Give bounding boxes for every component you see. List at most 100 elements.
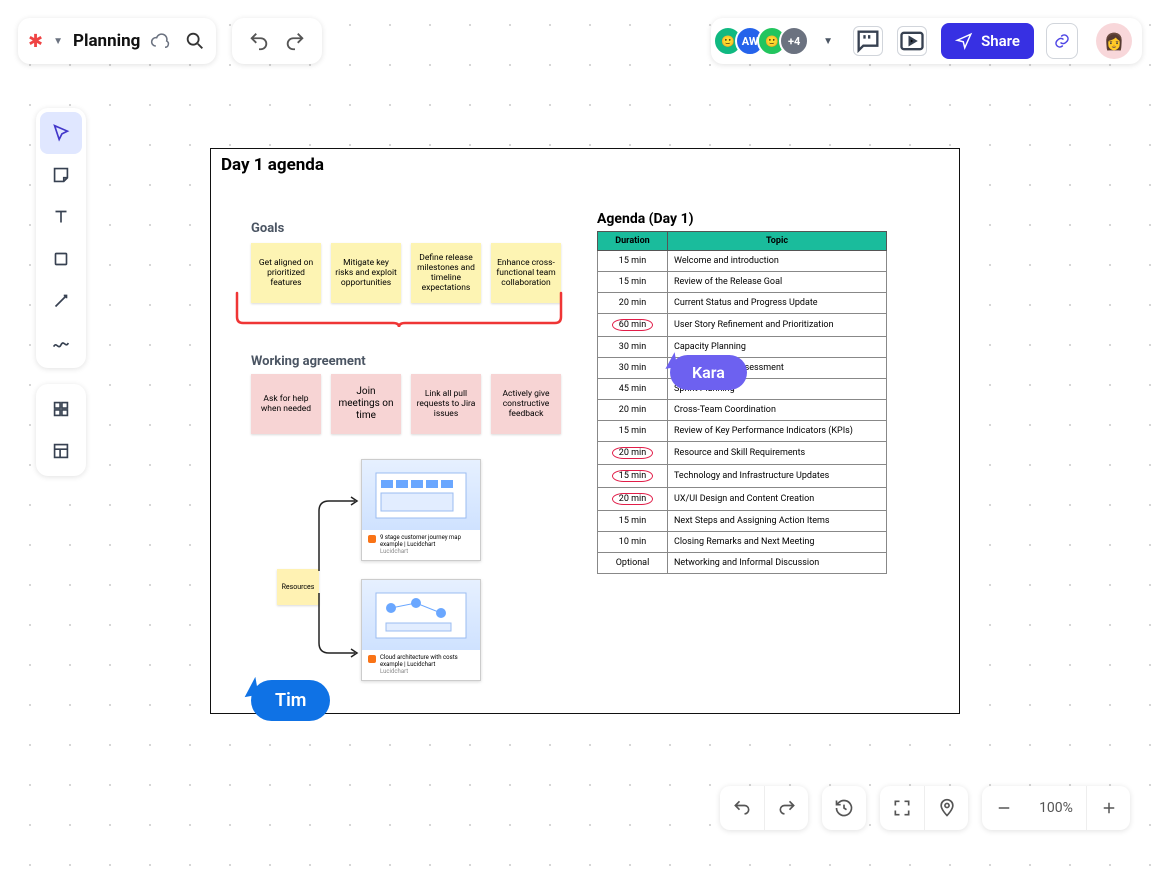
- redo-icon[interactable]: [284, 30, 306, 52]
- lucidchart-icon: [368, 535, 376, 543]
- location-icon[interactable]: [924, 786, 968, 830]
- duration-cell: 15 min: [598, 251, 668, 272]
- circled-annotation: 20 min: [612, 493, 653, 505]
- top-toolbar: ✱ ▼ Planning 🙂 AW 🙂 +4 ▼ Share 👩: [0, 18, 1160, 64]
- duration-cell: 20 min: [598, 293, 668, 314]
- topic-cell: Current Status and Progress Update: [668, 293, 887, 314]
- bottom-controls: 100%: [720, 786, 1130, 830]
- table-row[interactable]: 10 minClosing Remarks and Next Meeting: [598, 532, 887, 553]
- cursor-label-tim: Tim: [251, 680, 330, 721]
- topic-cell: Review of Key Performance Indicators (KP…: [668, 421, 887, 442]
- cursor-label-kara: Kara: [670, 355, 747, 390]
- col-duration: Duration: [598, 232, 668, 251]
- comment-icon[interactable]: [853, 26, 883, 56]
- cloud-sync-icon[interactable]: [150, 31, 170, 51]
- connector-arrow-1: [315, 495, 365, 575]
- shape-tool[interactable]: [40, 238, 82, 280]
- present-icon[interactable]: [897, 26, 927, 56]
- agenda-heading: Agenda (Day 1): [597, 211, 694, 227]
- agenda-table[interactable]: Duration Topic 15 minWelcome and introdu…: [597, 231, 887, 574]
- resource-thumb-2: [362, 580, 480, 650]
- history-icon[interactable]: [822, 786, 866, 830]
- zoom-group: 100%: [982, 786, 1130, 830]
- circled-annotation: 60 min: [612, 319, 653, 331]
- undo-icon[interactable]: [248, 30, 270, 52]
- topic-cell: User Story Refinement and Prioritization: [668, 314, 887, 337]
- topic-cell: Technology and Infrastructure Updates: [668, 465, 887, 488]
- table-row[interactable]: 20 minCross-Team Coordination: [598, 400, 887, 421]
- zoom-out-icon[interactable]: [982, 786, 1026, 830]
- table-row[interactable]: 20 minCurrent Status and Progress Update: [598, 293, 887, 314]
- col-topic: Topic: [668, 232, 887, 251]
- app-logo-icon[interactable]: ✱: [28, 31, 43, 52]
- duration-cell: 15 min: [598, 511, 668, 532]
- duration-cell: 30 min: [598, 337, 668, 358]
- search-icon[interactable]: [184, 30, 206, 52]
- freehand-tool[interactable]: [40, 322, 82, 364]
- resource-thumb-1: [362, 460, 480, 530]
- line-tool[interactable]: [40, 280, 82, 322]
- current-user-avatar[interactable]: 👩: [1096, 23, 1132, 59]
- copy-link-button[interactable]: [1046, 23, 1078, 59]
- share-button[interactable]: Share: [941, 23, 1034, 59]
- topic-cell: Cross-Team Coordination: [668, 400, 887, 421]
- table-row[interactable]: 20 min UX/UI Design and Content Creation: [598, 488, 887, 511]
- avatar-overflow[interactable]: +4: [779, 26, 809, 56]
- duration-cell: 20 min: [598, 400, 668, 421]
- resource-title-2: Cloud architecture with costs example | …: [380, 654, 474, 668]
- share-label: Share: [981, 32, 1020, 50]
- topic-cell: Review of the Release Goal: [668, 272, 887, 293]
- table-row[interactable]: OptionalNetworking and Informal Discussi…: [598, 553, 887, 574]
- table-row[interactable]: 60 min User Story Refinement and Prioriti…: [598, 314, 887, 337]
- sticky-tool[interactable]: [40, 154, 82, 196]
- wa-sticky-2[interactable]: Join meetings on time: [331, 374, 401, 434]
- fullscreen-icon[interactable]: [880, 786, 924, 830]
- table-row[interactable]: 15 minWelcome and introduction: [598, 251, 887, 272]
- table-row[interactable]: 15 minReview of the Release Goal: [598, 272, 887, 293]
- nav-forward-icon[interactable]: [764, 786, 808, 830]
- duration-cell: Optional: [598, 553, 668, 574]
- resource-sub-1: Lucidchart: [380, 548, 474, 555]
- cursor-kara: Kara: [660, 355, 747, 390]
- lucidchart-icon: [368, 655, 376, 663]
- zoom-level[interactable]: 100%: [1026, 800, 1086, 816]
- topic-cell: UX/UI Design and Content Creation: [668, 488, 887, 511]
- resource-card-1[interactable]: 9 stage customer journey map example | L…: [361, 459, 481, 561]
- topic-cell: Closing Remarks and Next Meeting: [668, 532, 887, 553]
- wa-sticky-4[interactable]: Actively give constructive feedback: [491, 374, 561, 434]
- table-row[interactable]: 20 minResource and Skill Requirements: [598, 442, 887, 465]
- presence-avatars[interactable]: 🙂 AW 🙂 +4: [721, 26, 809, 56]
- topic-cell: Welcome and introduction: [668, 251, 887, 272]
- file-menu-caret-icon[interactable]: ▼: [53, 36, 63, 47]
- nav-back-icon[interactable]: [720, 786, 764, 830]
- duration-cell: 30 min: [598, 358, 668, 379]
- file-pill: ✱ ▼ Planning: [18, 18, 216, 64]
- board-title[interactable]: Planning: [73, 31, 140, 51]
- text-tool[interactable]: [40, 196, 82, 238]
- view-group: [880, 786, 968, 830]
- red-bracket-annotation: [229, 289, 569, 329]
- zoom-in-icon[interactable]: [1086, 786, 1130, 830]
- undo-redo-group: [232, 18, 322, 64]
- duration-cell: 15 min: [598, 421, 668, 442]
- table-row[interactable]: 15 minTechnology and Infrastructure Upda…: [598, 465, 887, 488]
- wa-sticky-3[interactable]: Link all pull requests to Jira issues: [411, 374, 481, 434]
- agenda-frame[interactable]: Day 1 agenda Goals Get aligned on priori…: [210, 148, 960, 714]
- template-tool[interactable]: [40, 430, 82, 472]
- duration-cell: 10 min: [598, 532, 668, 553]
- frame-title[interactable]: Day 1 agenda: [211, 149, 959, 182]
- table-row[interactable]: 15 minNext Steps and Assigning Action It…: [598, 511, 887, 532]
- grid-tool[interactable]: [40, 388, 82, 430]
- connector-arrow-2: [315, 589, 365, 659]
- select-tool[interactable]: [40, 112, 82, 154]
- table-row[interactable]: 15 minReview of Key Performance Indicato…: [598, 421, 887, 442]
- resource-card-2[interactable]: Cloud architecture with costs example | …: [361, 579, 481, 681]
- circled-annotation: 20 min: [612, 447, 653, 459]
- topic-cell: Next Steps and Assigning Action Items: [668, 511, 887, 532]
- resources-sticky[interactable]: Resources: [277, 569, 319, 605]
- wa-sticky-1[interactable]: Ask for help when needed: [251, 374, 321, 434]
- cursor-tim: Tim: [239, 680, 330, 721]
- tool-rail: [36, 108, 86, 476]
- presence-dropdown-icon[interactable]: ▼: [823, 36, 833, 47]
- duration-cell: 15 min: [598, 465, 668, 488]
